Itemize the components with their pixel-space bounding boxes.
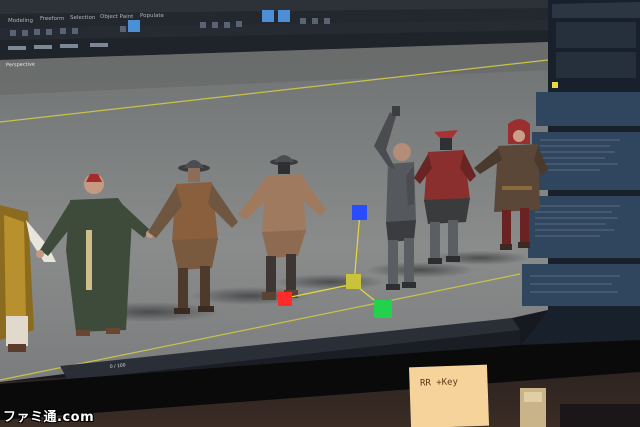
overlay: Perspective RR +Key ファミ通.com [0,0,640,427]
viewport-label: Perspective [5,61,36,69]
watermark: ファミ通.com [3,410,95,425]
sticky-note-text: RR +Key [419,377,459,389]
